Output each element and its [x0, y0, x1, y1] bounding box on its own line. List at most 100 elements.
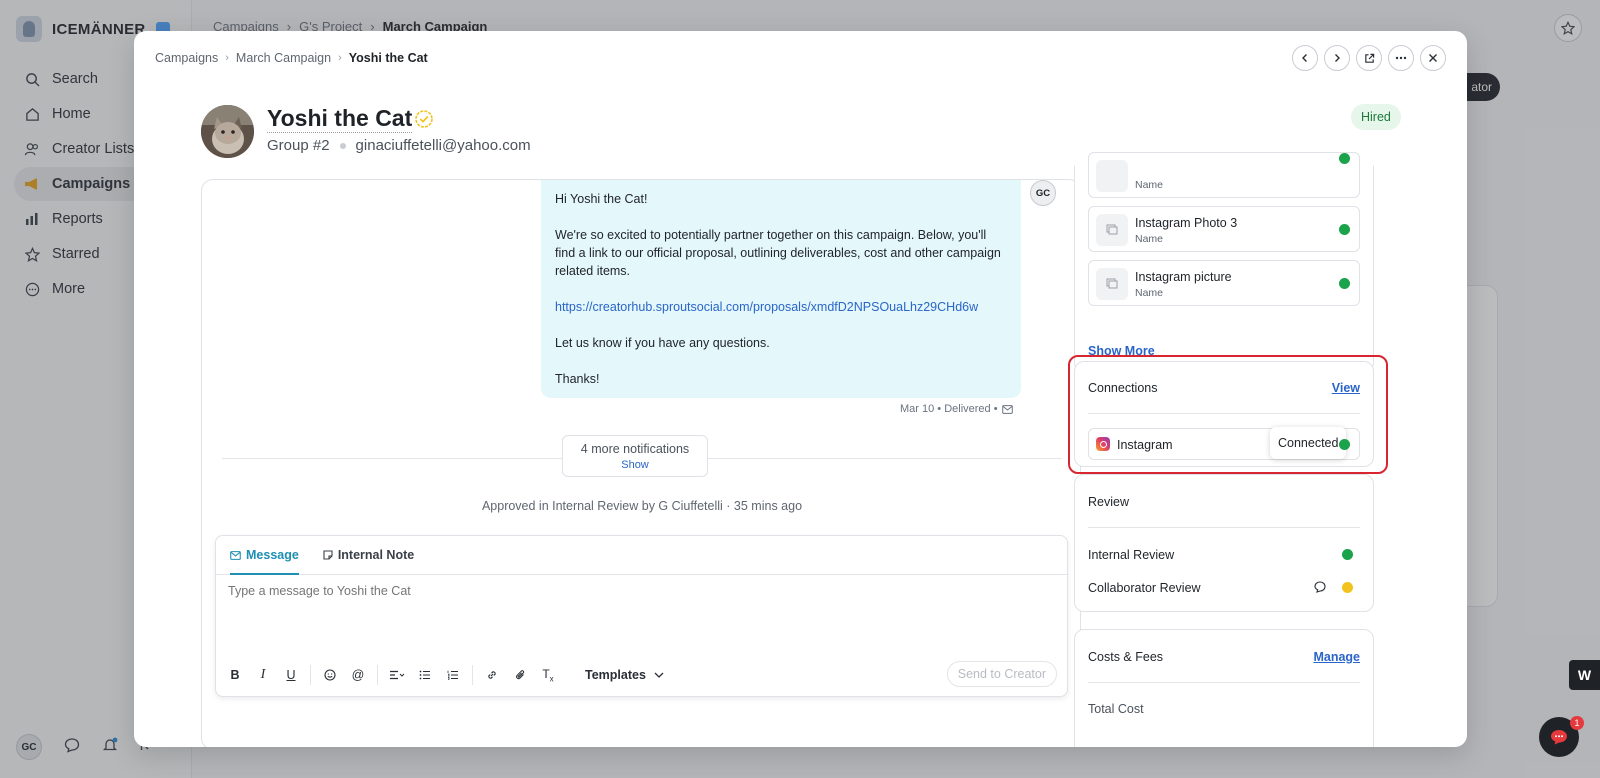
verified-badge-icon	[415, 110, 433, 128]
previous-button[interactable]	[1292, 45, 1318, 71]
cat-photo-icon	[201, 105, 254, 158]
underline-button[interactable]: U	[280, 664, 302, 686]
creator-modal: Campaigns › March Campaign › Yoshi the C…	[134, 31, 1467, 747]
sender-avatar: GC	[1030, 180, 1056, 206]
close-button[interactable]	[1420, 45, 1446, 71]
ellipsis-icon	[1395, 56, 1407, 60]
proposal-link[interactable]: https://creatorhub.sproutsocial.com/prop…	[555, 300, 978, 314]
toolbar-divider	[472, 665, 473, 685]
review-row-internal: Internal Review	[1088, 548, 1360, 562]
modal-controls	[1292, 45, 1446, 71]
more-notifications[interactable]: 4 more notifications Show	[562, 435, 708, 477]
image-placeholder-icon	[1096, 214, 1128, 246]
status-dot	[1339, 153, 1350, 164]
approval-activity: Approved in Internal Review by G Ciuffet…	[481, 499, 803, 513]
asset-item[interactable]: Instagram picture Name	[1088, 260, 1360, 306]
message-composer: Message Internal Note B I U @	[215, 535, 1068, 697]
notifications-count: 4 more notifications	[580, 442, 690, 456]
next-button[interactable]	[1324, 45, 1350, 71]
review-title: Review	[1088, 495, 1129, 509]
align-button[interactable]	[386, 664, 408, 686]
connected-tooltip: Connected	[1270, 427, 1347, 459]
message-bubble: Hi Yoshi the Cat! We're so excited to po…	[541, 180, 1021, 398]
close-icon	[1429, 54, 1437, 62]
external-link-icon	[1364, 53, 1374, 63]
chat-notification-badge: 1	[1570, 716, 1584, 730]
tab-internal-note[interactable]: Internal Note	[323, 536, 414, 574]
manage-costs-link[interactable]: Manage	[1313, 650, 1360, 664]
message-meta: Mar 10 • Delivered •	[900, 403, 1013, 415]
clear-formatting-button[interactable]: Tx	[537, 664, 559, 686]
tab-label: Internal Note	[337, 548, 415, 562]
open-external-button[interactable]	[1356, 45, 1382, 71]
connection-label: Instagram	[1117, 438, 1173, 452]
comment-icon[interactable]	[1314, 581, 1326, 596]
status-badge: Hired	[1351, 104, 1401, 130]
breadcrumb-separator: ›	[338, 52, 342, 64]
formatting-toolbar: B I U @ Tx Templates	[224, 663, 674, 687]
connections-card: Connections View Instagram Connected	[1074, 361, 1374, 467]
image-placeholder-icon	[1096, 268, 1128, 300]
status-dot	[1342, 582, 1353, 593]
message-meta-text: Mar 10 • Delivered •	[900, 403, 998, 415]
review-label: Internal Review	[1088, 548, 1175, 562]
message-greeting: Hi Yoshi the Cat!	[555, 192, 648, 206]
composer-tabs: Message Internal Note	[216, 536, 1067, 575]
chevron-down-icon	[654, 672, 664, 678]
creator-group: Group #2	[267, 137, 330, 154]
connection-item-instagram[interactable]: Instagram Connected	[1088, 427, 1360, 460]
chat-icon	[1551, 730, 1567, 745]
status-dot	[1342, 549, 1353, 560]
emoji-icon	[324, 669, 336, 681]
emoji-button[interactable]	[319, 664, 341, 686]
message-input[interactable]	[228, 584, 1048, 598]
align-left-icon	[390, 670, 405, 680]
review-label: Collaborator Review	[1088, 581, 1201, 595]
total-cost-label: Total Cost	[1088, 702, 1144, 716]
numbered-list-button[interactable]	[442, 664, 464, 686]
mention-button[interactable]: @	[347, 664, 369, 686]
attach-button[interactable]	[509, 664, 531, 686]
conversation-panel: Hi Yoshi the Cat! We're so excited to po…	[201, 179, 1081, 747]
chevron-right-icon	[1335, 54, 1340, 62]
templates-dropdown[interactable]: Templates	[575, 663, 674, 687]
message-question: Let us know if you have any questions.	[555, 336, 770, 350]
view-connections-link[interactable]: View	[1332, 381, 1360, 395]
widget-tab[interactable]: W	[1569, 660, 1600, 690]
divider	[1088, 527, 1360, 528]
tab-message[interactable]: Message	[230, 536, 299, 575]
assets-card: Name Instagram Photo 3 Name Instagram pi…	[1074, 152, 1374, 373]
message-signoff: Thanks!	[555, 372, 600, 386]
insert-link-button[interactable]	[481, 664, 503, 686]
asset-subtitle: Name	[1135, 179, 1164, 191]
asset-title: Instagram Photo 3	[1135, 216, 1238, 230]
creator-avatar	[201, 105, 254, 158]
message-body: We're so excited to potentially partner …	[555, 228, 1001, 278]
review-row-collaborator: Collaborator Review	[1088, 581, 1360, 595]
modal-breadcrumb: Campaigns › March Campaign › Yoshi the C…	[155, 51, 428, 65]
creator-name[interactable]: Yoshi the Cat	[267, 104, 413, 133]
divider	[1088, 413, 1360, 414]
breadcrumb-item[interactable]: March Campaign	[236, 51, 331, 65]
chevron-left-icon	[1302, 54, 1307, 62]
toolbar-divider	[377, 665, 378, 685]
asset-item[interactable]: Name	[1088, 152, 1360, 198]
more-options-button[interactable]	[1388, 45, 1414, 71]
show-notifications-link[interactable]: Show	[563, 459, 707, 471]
status-dot	[1339, 224, 1350, 235]
link-icon	[488, 671, 496, 679]
breadcrumb-item[interactable]: Campaigns	[155, 51, 218, 65]
asset-item[interactable]: Instagram Photo 3 Name	[1088, 206, 1360, 252]
breadcrumb-separator: ›	[225, 52, 229, 64]
mail-icon	[230, 550, 241, 560]
asset-subtitle: Name	[1135, 233, 1164, 245]
clear-format-icon: Tx	[542, 666, 554, 684]
italic-button[interactable]: I	[252, 664, 274, 686]
asset-subtitle: Name	[1135, 287, 1164, 299]
divider	[1088, 682, 1360, 683]
numbered-list-icon	[447, 670, 458, 680]
status-dot	[1339, 278, 1350, 289]
bold-button[interactable]: B	[224, 664, 246, 686]
bullet-list-button[interactable]	[414, 664, 436, 686]
send-to-creator-button[interactable]: Send to Creator	[946, 661, 1057, 687]
